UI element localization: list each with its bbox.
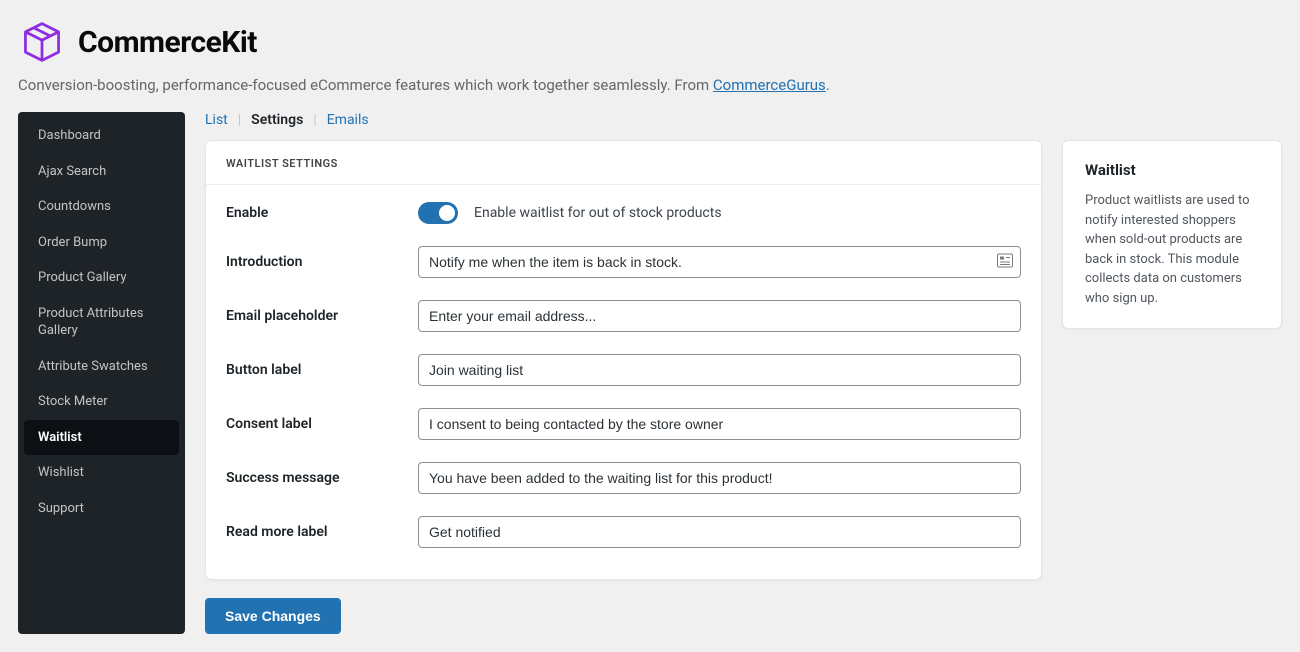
tab-separator: | [313, 112, 316, 128]
infobox-title: Waitlist [1085, 161, 1259, 179]
row-read-more-label: Read more label [226, 505, 1021, 559]
sidebar-item-dashboard[interactable]: Dashboard [18, 118, 185, 154]
app-header: CommerceKit [18, 18, 1282, 66]
label-button-label: Button label [226, 362, 418, 378]
sidebar: Dashboard Ajax Search Countdowns Order B… [18, 112, 185, 634]
label-read-more-label: Read more label [226, 524, 418, 540]
tagline: Conversion-boosting, performance-focused… [18, 76, 1282, 94]
editor-icon[interactable] [997, 253, 1013, 272]
label-consent-label: Consent label [226, 416, 418, 432]
sidebar-item-stock-meter[interactable]: Stock Meter [18, 384, 185, 420]
row-success-message: Success message [226, 451, 1021, 505]
row-consent-label: Consent label [226, 397, 1021, 451]
button-label-input[interactable] [418, 354, 1021, 386]
sidebar-item-ajax-search[interactable]: Ajax Search [18, 154, 185, 190]
success-message-input[interactable] [418, 462, 1021, 494]
label-email-placeholder: Email placeholder [226, 308, 418, 324]
tagline-suffix: . [826, 76, 830, 94]
sidebar-item-support[interactable]: Support [18, 491, 185, 527]
sidebar-item-product-gallery[interactable]: Product Gallery [18, 260, 185, 296]
infobox: Waitlist Product waitlists are used to n… [1062, 140, 1282, 329]
tabs: List | Settings | Emails [205, 112, 1282, 128]
consent-label-input[interactable] [418, 408, 1021, 440]
tab-separator: | [238, 112, 241, 128]
row-email-placeholder: Email placeholder [226, 289, 1021, 343]
tagline-prefix: Conversion-boosting, performance-focused… [18, 76, 713, 94]
tagline-link[interactable]: CommerceGurus [713, 76, 826, 94]
introduction-input[interactable] [418, 246, 1021, 278]
settings-panel: WAITLIST SETTINGS Enable Enable waitlist… [205, 140, 1042, 580]
sidebar-item-order-bump[interactable]: Order Bump [18, 225, 185, 261]
sidebar-item-product-attributes-gallery[interactable]: Product Attributes Gallery [18, 296, 185, 349]
label-success-message: Success message [226, 470, 418, 486]
enable-toggle-desc: Enable waitlist for out of stock product… [474, 205, 722, 221]
row-button-label: Button label [226, 343, 1021, 397]
app-title: CommerceKit [78, 25, 257, 60]
sidebar-item-wishlist[interactable]: Wishlist [18, 455, 185, 491]
enable-toggle[interactable] [418, 202, 458, 224]
read-more-label-input[interactable] [418, 516, 1021, 548]
row-introduction: Introduction [226, 235, 1021, 289]
save-button[interactable]: Save Changes [205, 598, 341, 634]
sidebar-item-waitlist[interactable]: Waitlist [24, 420, 179, 456]
sidebar-item-attribute-swatches[interactable]: Attribute Swatches [18, 349, 185, 385]
tab-emails[interactable]: Emails [327, 112, 369, 128]
tab-settings[interactable]: Settings [251, 112, 303, 128]
email-placeholder-input[interactable] [418, 300, 1021, 332]
logo-icon [18, 18, 66, 66]
label-enable: Enable [226, 205, 418, 221]
panel-heading: WAITLIST SETTINGS [206, 141, 1041, 185]
sidebar-item-countdowns[interactable]: Countdowns [18, 189, 185, 225]
infobox-body: Product waitlists are used to notify int… [1085, 191, 1259, 308]
row-enable: Enable Enable waitlist for out of stock … [226, 191, 1021, 235]
tab-list[interactable]: List [205, 112, 228, 128]
label-introduction: Introduction [226, 254, 418, 270]
